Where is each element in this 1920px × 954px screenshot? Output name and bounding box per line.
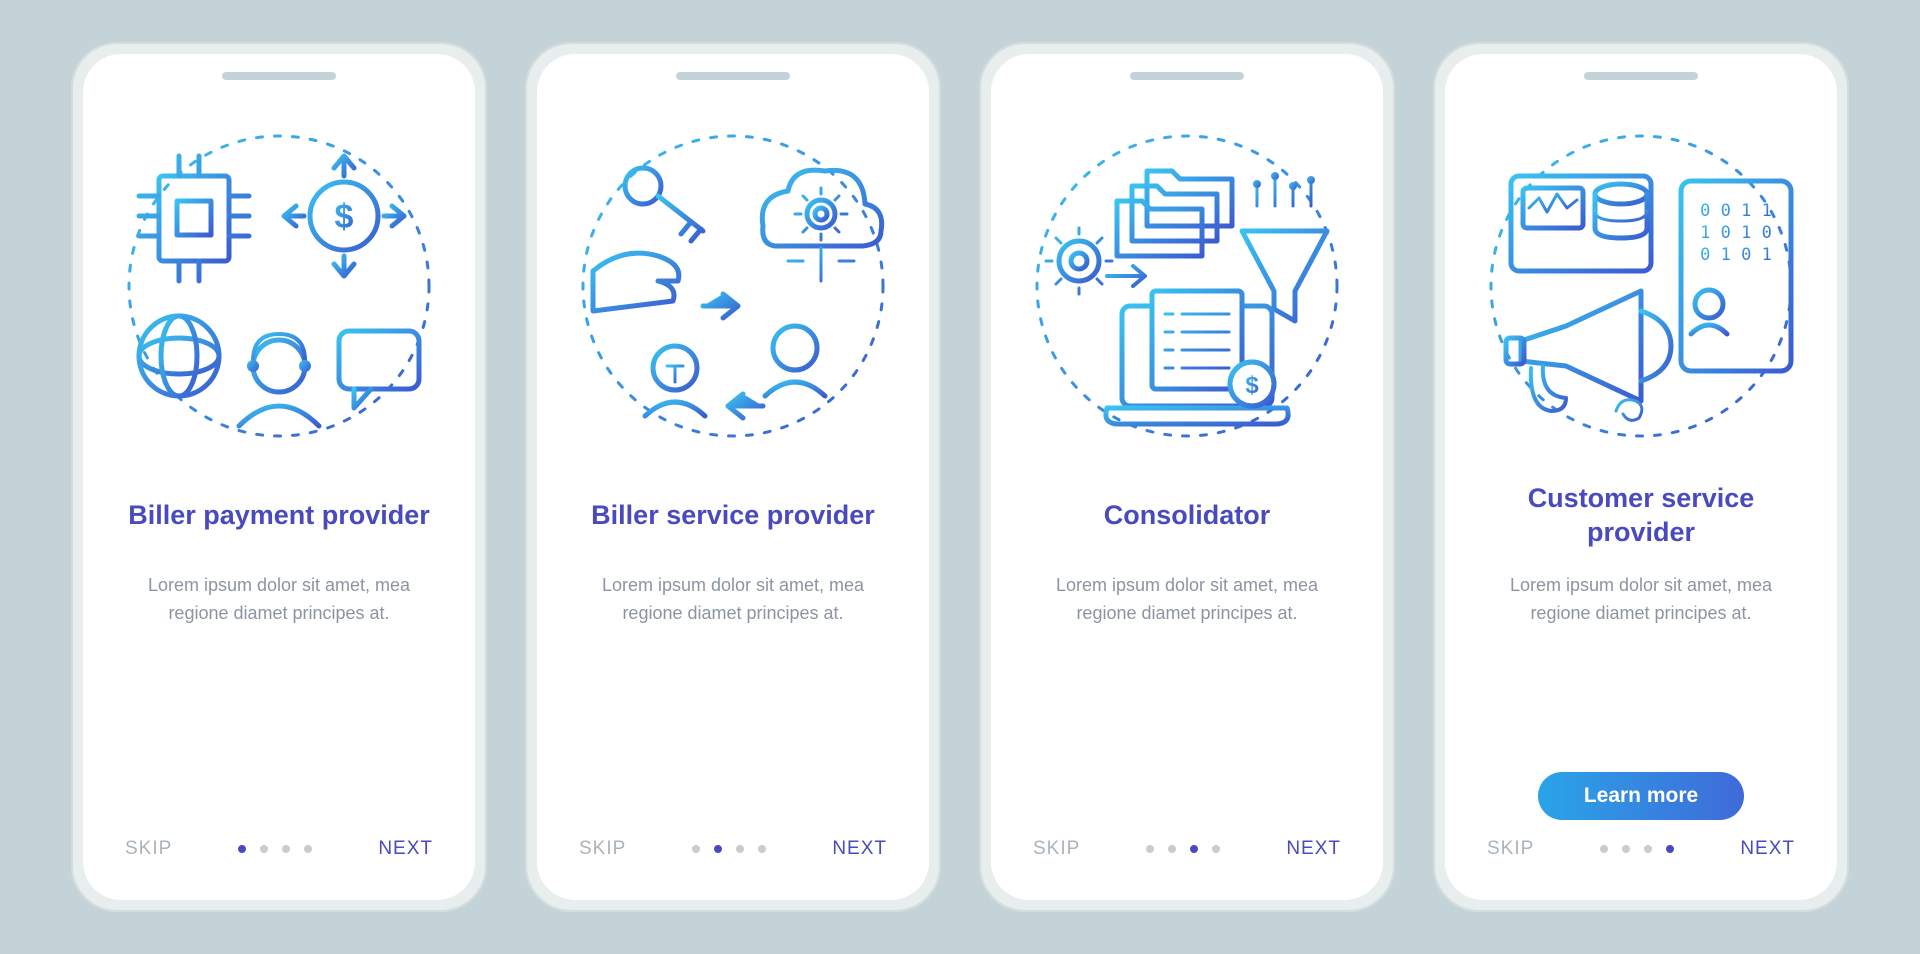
screen-customer-service: 0 0 1 1 1 0 1 0 0 1 0 1 [1445, 54, 1837, 900]
svg-text:0 1 0 1: 0 1 0 1 [1700, 245, 1772, 265]
screen-title: Consolidator [1104, 482, 1271, 550]
dot-1[interactable] [692, 845, 700, 853]
skip-button[interactable]: SKIP [125, 838, 172, 860]
next-button[interactable]: NEXT [1286, 838, 1341, 860]
svg-text:$: $ [335, 198, 354, 236]
dot-3[interactable] [1644, 845, 1652, 853]
cloud-gear-icon [762, 170, 881, 281]
phone-frame: $ Consolidator Lorem ipsum dolor sit ame… [979, 42, 1395, 912]
dot-1[interactable] [238, 845, 246, 853]
next-button[interactable]: NEXT [832, 838, 887, 860]
profile-icon [1691, 325, 1727, 334]
dot-4[interactable] [1666, 845, 1674, 853]
svg-text:0 0 1 1: 0 0 1 1 [1700, 201, 1772, 221]
dollar-arrows-icon: $ [284, 156, 404, 276]
bottom-nav: SKIP NEXT [1027, 838, 1347, 870]
arrow-right-icon [1107, 266, 1145, 286]
database-icon [1595, 184, 1647, 238]
dot-2[interactable] [714, 845, 722, 853]
dot-4[interactable] [758, 845, 766, 853]
next-button[interactable]: NEXT [1740, 838, 1795, 860]
dot-2[interactable] [260, 845, 268, 853]
dollar-badge-icon: $ [1230, 362, 1274, 406]
key-icon [625, 168, 703, 241]
screen-biller-service: Biller service provider Lorem ipsum dolo… [537, 54, 929, 900]
screen-title: Customer service provider [1481, 482, 1801, 550]
arrow-left-icon [728, 394, 763, 418]
onboarding-screens: $ [31, 2, 1889, 952]
illustration-customer-service: 0 0 1 1 1 0 1 0 0 1 0 1 [1471, 116, 1811, 456]
hand-icon [593, 253, 679, 311]
screen-title: Biller service provider [591, 482, 875, 550]
page-dots [692, 845, 766, 853]
screen-description: Lorem ipsum dolor sit amet, mea regione … [124, 572, 434, 838]
support-agent-icon [239, 334, 319, 426]
dot-1[interactable] [1600, 845, 1608, 853]
megaphone-icon [1506, 291, 1671, 420]
phone-frame: $ [71, 42, 487, 912]
dot-1[interactable] [1146, 845, 1154, 853]
learn-more-button[interactable]: Learn more [1538, 772, 1744, 820]
page-dots [1146, 845, 1220, 853]
gear-icon [1046, 228, 1112, 294]
illustration-biller-service [563, 116, 903, 456]
bottom-nav: SKIP NEXT [1481, 838, 1801, 870]
phone-notch [676, 72, 790, 80]
screen-description: Lorem ipsum dolor sit amet, mea regione … [1486, 572, 1796, 672]
screen-description: Lorem ipsum dolor sit amet, mea regione … [578, 572, 888, 838]
folders-icon [1117, 171, 1232, 256]
dot-3[interactable] [736, 845, 744, 853]
skip-button[interactable]: SKIP [1487, 838, 1534, 860]
page-dots [238, 845, 312, 853]
screen-consolidator: $ Consolidator Lorem ipsum dolor sit ame… [991, 54, 1383, 900]
dot-4[interactable] [1212, 845, 1220, 853]
phone-notch [1584, 72, 1698, 80]
phone-frame: Biller service provider Lorem ipsum dolo… [525, 42, 941, 912]
dot-3[interactable] [1190, 845, 1198, 853]
dot-3[interactable] [282, 845, 290, 853]
phone-frame: 0 0 1 1 1 0 1 0 0 1 0 1 [1433, 42, 1849, 912]
profile-icon [1695, 290, 1723, 318]
tablet-binary-icon: 0 0 1 1 1 0 1 0 0 1 0 1 [1681, 181, 1791, 371]
arrow-right-icon [703, 294, 738, 318]
skip-button[interactable]: SKIP [579, 838, 626, 860]
chip-document-icon [139, 156, 249, 281]
next-button[interactable]: NEXT [378, 838, 433, 860]
dashboard-card-icon [1511, 176, 1651, 271]
illustration-consolidator: $ [1017, 116, 1357, 456]
dot-4[interactable] [304, 845, 312, 853]
funnel-icon [1242, 172, 1327, 321]
phone-notch [222, 72, 336, 80]
svg-text:$: $ [1245, 372, 1259, 399]
phone-notch [1130, 72, 1244, 80]
bottom-nav: SKIP NEXT [119, 838, 439, 870]
screen-title: Biller payment provider [128, 482, 430, 550]
svg-text:1 0 1 0: 1 0 1 0 [1700, 223, 1772, 243]
globe-icon [139, 316, 219, 396]
screen-biller-payment: $ [83, 54, 475, 900]
skip-button[interactable]: SKIP [1033, 838, 1080, 860]
dot-2[interactable] [1622, 845, 1630, 853]
dot-2[interactable] [1168, 845, 1176, 853]
screen-description: Lorem ipsum dolor sit amet, mea regione … [1032, 572, 1342, 838]
page-dots [1600, 845, 1674, 853]
bottom-nav: SKIP NEXT [573, 838, 893, 870]
illustration-biller-payment: $ [109, 116, 449, 456]
